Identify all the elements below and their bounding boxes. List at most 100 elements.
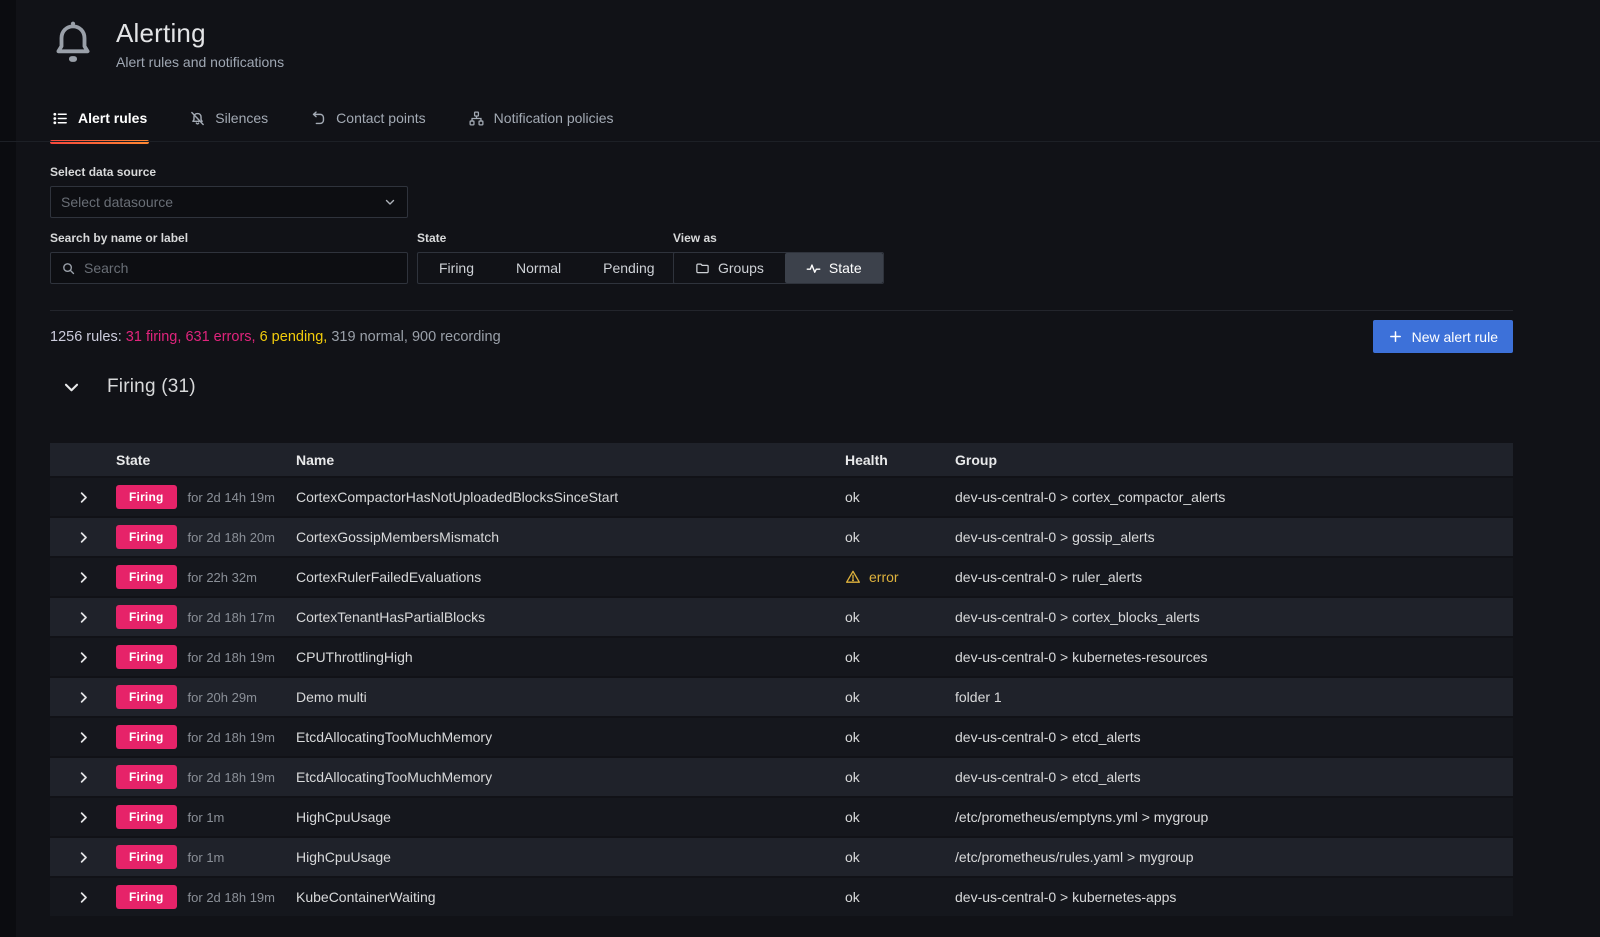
bell-slash-icon <box>189 110 206 127</box>
table-row[interactable]: Firing for 1m HighCpuUsage ok /etc/prome… <box>50 798 1513 838</box>
row-duration: for 2d 18h 19m <box>188 890 275 905</box>
expand-row-button[interactable] <box>72 726 95 749</box>
expand-row-button[interactable] <box>72 766 95 789</box>
rule-name: EtcdAllocatingTooMuchMemory <box>296 729 845 745</box>
rule-name: CortexRulerFailedEvaluations <box>296 569 845 585</box>
rules-table: State Name Health Group Firing for 2d 14… <box>50 443 1513 918</box>
health-cell: ok <box>845 529 955 545</box>
list-icon <box>52 110 69 127</box>
table-row[interactable]: Firing for 22h 32m CortexRulerFailedEval… <box>50 558 1513 598</box>
expand-row-button[interactable] <box>72 846 95 869</box>
expand-row-button[interactable] <box>72 886 95 909</box>
health-cell: ok <box>845 649 955 665</box>
tab-contact-points[interactable]: Contact points <box>308 104 428 142</box>
health-text: ok <box>845 529 860 545</box>
filters-panel: Select data source Select datasource Sea… <box>50 165 1513 289</box>
health-text: ok <box>845 609 860 625</box>
chevron-right-icon <box>76 570 91 585</box>
table-row[interactable]: Firing for 2d 18h 20m CortexGossipMember… <box>50 518 1513 558</box>
health-cell: ok <box>845 689 955 705</box>
row-duration: for 2d 18h 20m <box>188 530 275 545</box>
chevron-right-icon <box>76 690 91 705</box>
health-text: ok <box>845 849 860 865</box>
view-option-label: Groups <box>718 260 764 276</box>
expand-row-button[interactable] <box>72 606 95 629</box>
page-header: Alerting Alert rules and notifications <box>50 18 284 70</box>
state-badge: Firing <box>116 485 177 509</box>
search-input[interactable] <box>84 260 397 276</box>
table-row[interactable]: Firing for 20h 29m Demo multi ok folder … <box>50 678 1513 718</box>
page-subtitle: Alert rules and notifications <box>116 54 284 70</box>
group-cell: dev-us-central-0 > kubernetes-apps <box>955 889 1513 905</box>
health-cell: ok <box>845 769 955 785</box>
rule-name: CortexCompactorHasNotUploadedBlocksSince… <box>296 489 845 505</box>
pulse-icon <box>806 261 821 276</box>
tab-label: Silences <box>215 110 268 126</box>
folder-icon <box>695 261 710 276</box>
tab-notification-policies[interactable]: Notification policies <box>466 104 616 142</box>
share-arrow-icon <box>310 110 327 127</box>
firing-section-toggle[interactable]: Firing (31) <box>62 376 196 398</box>
group-cell: /etc/prometheus/emptyns.yml > mygroup <box>955 809 1513 825</box>
view-as-label: View as <box>673 231 884 245</box>
chevron-right-icon <box>76 810 91 825</box>
state-badge: Firing <box>116 805 177 829</box>
group-cell: dev-us-central-0 > cortex_compactor_aler… <box>955 489 1513 505</box>
rule-name: CortexGossipMembersMismatch <box>296 529 845 545</box>
rule-name: Demo multi <box>296 689 845 705</box>
tab-bar: Alert rules Silences Contact points <box>50 104 616 142</box>
table-row[interactable]: Firing for 2d 18h 19m CPUThrottlingHigh … <box>50 638 1513 678</box>
tab-silences[interactable]: Silences <box>187 104 270 142</box>
col-header-group: Group <box>955 452 1513 468</box>
table-row[interactable]: Firing for 2d 18h 19m EtcdAllocatingTooM… <box>50 718 1513 758</box>
health-cell: error <box>845 569 955 585</box>
expand-row-button[interactable] <box>72 486 95 509</box>
chevron-right-icon <box>76 650 91 665</box>
state-option-normal[interactable]: Normal <box>495 253 582 283</box>
state-badge: Firing <box>116 765 177 789</box>
expand-row-button[interactable] <box>72 646 95 669</box>
health-text: ok <box>845 489 860 505</box>
tab-label: Alert rules <box>78 110 147 126</box>
view-as-group: Groups State <box>673 252 884 284</box>
expand-row-button[interactable] <box>72 526 95 549</box>
table-row[interactable]: Firing for 2d 18h 17m CortexTenantHasPar… <box>50 598 1513 638</box>
search-label: Search by name or label <box>50 231 408 245</box>
chevron-right-icon <box>76 730 91 745</box>
state-filter-label: State <box>417 231 677 245</box>
table-row[interactable]: Firing for 2d 14h 19m CortexCompactorHas… <box>50 478 1513 518</box>
rule-name: CPUThrottlingHigh <box>296 649 845 665</box>
group-cell: folder 1 <box>955 689 1513 705</box>
view-option-groups[interactable]: Groups <box>674 253 785 283</box>
health-cell: ok <box>845 609 955 625</box>
datasource-select[interactable]: Select datasource <box>50 186 408 218</box>
new-alert-rule-button[interactable]: New alert rule <box>1373 320 1513 353</box>
health-text: ok <box>845 649 860 665</box>
table-row[interactable]: Firing for 1m HighCpuUsage ok /etc/prome… <box>50 838 1513 878</box>
chevron-right-icon <box>76 890 91 905</box>
chevron-right-icon <box>76 850 91 865</box>
table-row[interactable]: Firing for 2d 18h 19m EtcdAllocatingTooM… <box>50 758 1513 798</box>
page-title: Alerting <box>116 18 284 49</box>
health-text: ok <box>845 769 860 785</box>
expand-row-button[interactable] <box>72 686 95 709</box>
state-badge: Firing <box>116 645 177 669</box>
rule-name: EtcdAllocatingTooMuchMemory <box>296 769 845 785</box>
chevron-down-icon <box>62 378 81 397</box>
expand-row-button[interactable] <box>72 566 95 589</box>
health-cell: ok <box>845 489 955 505</box>
state-option-firing[interactable]: Firing <box>418 253 495 283</box>
search-icon <box>61 261 76 276</box>
view-option-state[interactable]: State <box>785 253 883 283</box>
state-badge: Firing <box>116 845 177 869</box>
table-row[interactable]: Firing for 2d 18h 19m KubeContainerWaiti… <box>50 878 1513 918</box>
group-cell: dev-us-central-0 > kubernetes-resources <box>955 649 1513 665</box>
state-option-pending[interactable]: Pending <box>582 253 675 283</box>
group-cell: dev-us-central-0 > etcd_alerts <box>955 729 1513 745</box>
health-text: ok <box>845 809 860 825</box>
expand-row-button[interactable] <box>72 806 95 829</box>
summary-segment: 31 firing, <box>126 329 186 345</box>
health-cell: ok <box>845 809 955 825</box>
state-badge: Firing <box>116 725 177 749</box>
tab-alert-rules[interactable]: Alert rules <box>50 104 149 142</box>
